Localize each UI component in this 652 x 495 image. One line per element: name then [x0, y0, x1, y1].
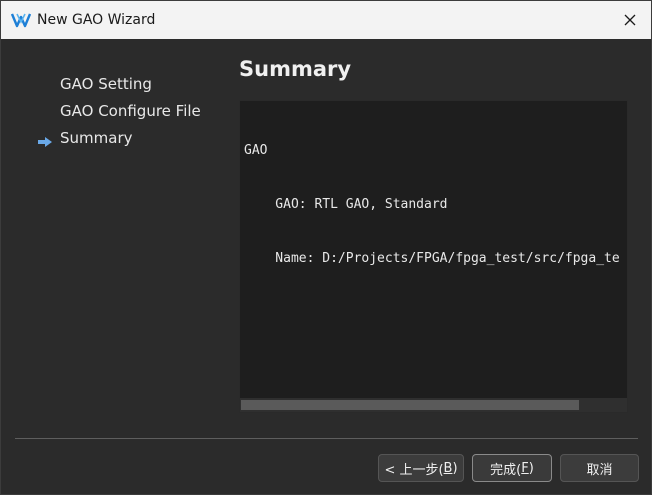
finish-button[interactable]: 完成(F) [472, 454, 552, 482]
summary-line: GAO: RTL GAO, Standard [244, 197, 448, 212]
gowin-logo-icon [10, 11, 32, 29]
summary-line: GAO [244, 143, 268, 158]
scrollbar-thumb[interactable] [241, 400, 579, 410]
title-bar: New GAO Wizard [1, 1, 651, 39]
page-title: Summary [239, 57, 352, 81]
cancel-button[interactable]: 取消 [560, 454, 639, 482]
summary-line: Name: D:/Projects/FPGA/fpga_test/src/fpg… [244, 251, 620, 266]
footer-divider [15, 438, 638, 439]
arrow-right-icon [37, 132, 53, 147]
close-icon [624, 14, 636, 26]
nav-item-label: Summary [60, 129, 133, 147]
back-button[interactable]: < 上一步(B) [378, 454, 464, 482]
wizard-steps-nav: GAO Setting GAO Configure File Summary [1, 39, 231, 439]
nav-item-label: GAO Setting [60, 75, 152, 93]
nav-item-label: GAO Configure File [60, 102, 201, 120]
summary-text: GAO GAO: RTL GAO, Standard Name: D:/Proj… [244, 106, 620, 304]
wizard-window: New GAO Wizard GAO Setting GAO Configure… [0, 0, 652, 495]
close-button[interactable] [615, 6, 645, 34]
window-title: New GAO Wizard [37, 12, 156, 28]
horizontal-scrollbar[interactable] [240, 398, 627, 412]
summary-text-panel[interactable]: GAO GAO: RTL GAO, Standard Name: D:/Proj… [239, 100, 628, 413]
